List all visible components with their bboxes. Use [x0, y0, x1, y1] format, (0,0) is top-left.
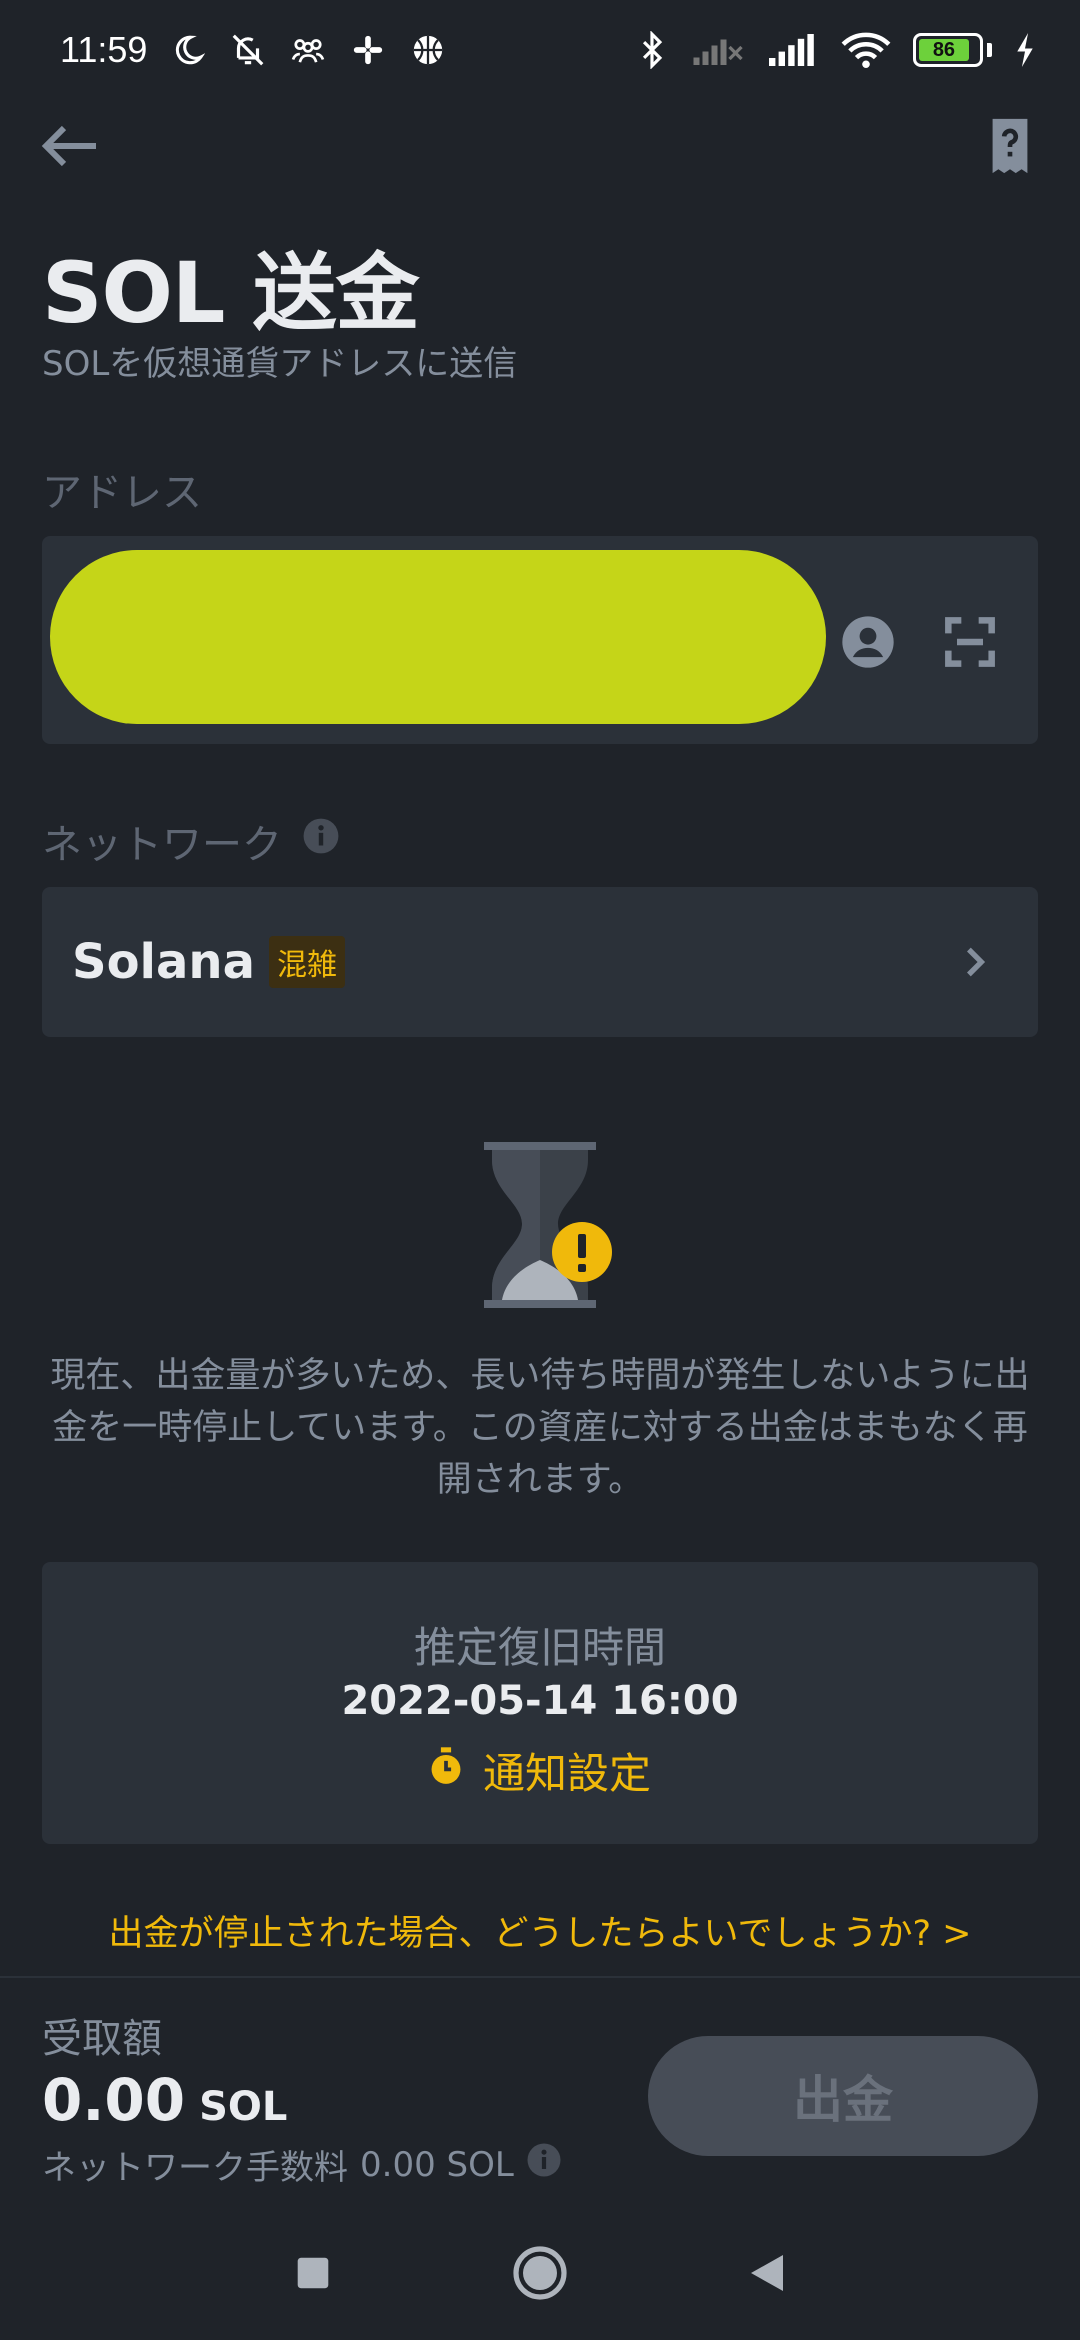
scan-icon[interactable] [940, 612, 1000, 672]
circle-icon [512, 2245, 568, 2305]
timer-icon [429, 1746, 463, 1795]
recents-button[interactable] [273, 2235, 353, 2315]
send-sol-screen: 11:59 86 SOL 送金 SOLを仮想通貨アドレスに送信 アドレス ネット… [0, 0, 1080, 2340]
signal-off-icon [693, 31, 745, 69]
system-navigation-bar [0, 2210, 1080, 2340]
network-selector[interactable]: Solana 混雑 [42, 887, 1038, 1037]
chevron-right-icon [956, 937, 996, 987]
back-nav-button[interactable] [727, 2235, 807, 2315]
amount-value: 0.00 [42, 2066, 186, 2134]
receive-amount-label: 受取額 [42, 2016, 162, 2062]
arrow-left-icon [40, 124, 100, 172]
suspension-notice: 現在、出金量が多いため、長い待ち時間が発生しないように出金を一時停止しています。… [50, 1356, 1030, 1500]
page-title: SOL 送金 [42, 244, 420, 342]
wifi-icon [841, 31, 891, 69]
help-document-icon [986, 117, 1034, 179]
square-icon [296, 2256, 330, 2294]
battery-level: 86 [919, 39, 969, 61]
recovery-card: 推定復旧時間 2022-05-14 16:00 通知設定 [42, 1562, 1038, 1844]
divider [0, 1976, 1080, 1978]
contact-icon[interactable] [838, 612, 898, 672]
recovery-time: 2022-05-14 16:00 [341, 1678, 739, 1724]
page-subtitle: SOLを仮想通貨アドレスに送信 [42, 344, 518, 384]
fee-info-icon[interactable] [526, 2142, 562, 2187]
receive-amount: 0.00 SOL [42, 2066, 287, 2134]
network-label-row: ネットワーク [42, 812, 340, 870]
bluetooth-icon [633, 31, 671, 69]
address-input[interactable] [42, 536, 1038, 744]
charging-icon [1014, 31, 1036, 69]
moon-icon [169, 31, 207, 69]
notification-settings-button[interactable]: 通知設定 [42, 1740, 1038, 1801]
basketball-icon [409, 31, 447, 69]
network-label: ネットワーク [42, 822, 282, 868]
help-button[interactable] [980, 116, 1040, 180]
notifications-off-icon [229, 31, 267, 69]
group-icon [289, 31, 327, 69]
suspension-help-link[interactable]: 出金が停止された場合、どうしたらよいでしょうか? > [0, 1905, 1080, 1956]
slack-icon [349, 31, 387, 69]
address-label: アドレス [42, 470, 202, 516]
withdraw-button[interactable]: 出金 [648, 2036, 1038, 2156]
amount-unit: SOL [199, 2084, 288, 2130]
back-button[interactable] [40, 118, 110, 178]
clock: 11:59 [60, 29, 148, 70]
home-button[interactable] [500, 2235, 580, 2315]
fee-label: ネットワーク手数料 [42, 2148, 348, 2188]
hourglass-warning-icon [478, 1140, 618, 1310]
network-name: Solana [72, 934, 255, 990]
congestion-badge: 混雑 [268, 936, 345, 988]
status-bar: 11:59 86 [0, 0, 1080, 100]
address-redaction [50, 550, 826, 724]
info-icon[interactable] [302, 817, 340, 865]
network-fee-row: ネットワーク手数料 0.00 SOL [42, 2140, 562, 2189]
battery-icon: 86 [913, 33, 992, 67]
recovery-title: 推定復旧時間 [413, 1623, 666, 1672]
notification-settings-label: 通知設定 [482, 1749, 651, 1798]
triangle-back-icon [749, 2253, 785, 2297]
signal-icon [767, 31, 819, 69]
fee-value: 0.00 SOL [360, 2144, 514, 2185]
